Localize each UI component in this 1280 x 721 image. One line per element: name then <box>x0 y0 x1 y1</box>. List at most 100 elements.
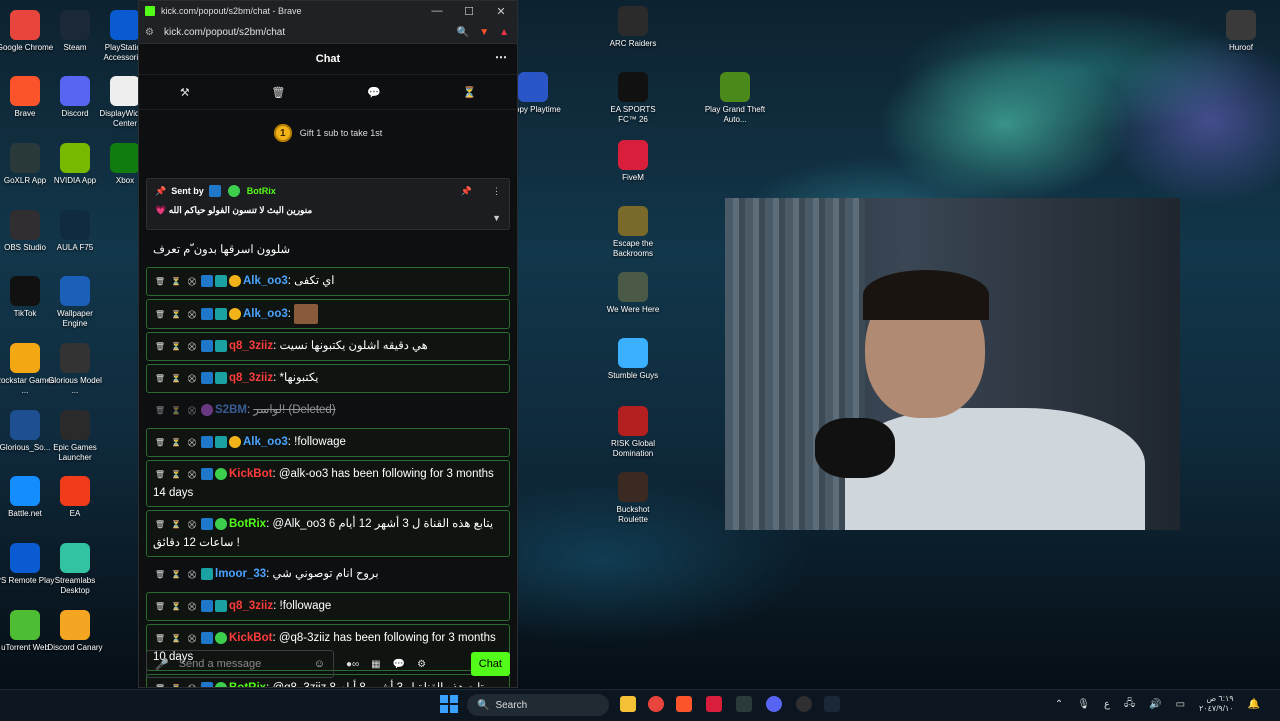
chat-bubble-icon[interactable]: 💬 <box>393 659 405 670</box>
timeout-icon[interactable]: ⏳ <box>169 466 183 484</box>
delete-icon[interactable]: 🗑 <box>153 566 167 584</box>
desktop-icon[interactable]: FiveM <box>602 140 664 183</box>
fivem-icon[interactable] <box>706 696 722 712</box>
steam-icon[interactable] <box>824 696 840 712</box>
close-button[interactable]: ✕ <box>485 5 517 18</box>
desktop-icon[interactable]: ARC Raiders <box>602 6 664 49</box>
discord-icon[interactable] <box>766 696 782 712</box>
ban-icon[interactable]: ⛒ <box>185 370 199 388</box>
maximize-button[interactable]: ☐ <box>453 5 485 18</box>
title-bar[interactable]: kick.com/popout/s2bm/chat - Brave — ☐ ✕ <box>139 1 517 21</box>
delete-icon[interactable]: 🗑 <box>153 273 167 291</box>
chat-message[interactable]: 🗑 ⏳ ⛒ Alk_oo3: !followage <box>146 428 510 458</box>
timeout-icon[interactable]: ⏳ <box>169 402 183 420</box>
delete-icon[interactable]: 🗑 <box>153 402 167 420</box>
chat-username[interactable]: Alk_oo3 <box>243 436 288 448</box>
store-icon[interactable]: ▦ <box>371 659 380 670</box>
delete-icon[interactable]: 🗑 <box>153 338 167 356</box>
network-icon[interactable]: 🖧 <box>1124 696 1135 713</box>
chat-username[interactable]: Alk_oo3 <box>243 275 288 287</box>
pinned-more-icon[interactable]: ⋮ <box>492 186 501 197</box>
minimize-button[interactable]: — <box>421 5 453 18</box>
chat-message[interactable]: 🗑 ⏳ ⛒ q8_3ziiz: هي دقيقه اشلون يكتبونها نسي… <box>146 332 510 362</box>
desktop-icon[interactable]: Buckshot Roulette <box>602 472 664 525</box>
chat-username[interactable]: BotRix <box>229 518 266 530</box>
volume-icon[interactable]: 🔊 <box>1149 699 1161 710</box>
chat-message[interactable]: 🗑 ⏳ ⛒ q8_3ziiz: *يكتبونها <box>146 364 510 394</box>
brave-rewards-icon[interactable]: ▲ <box>499 27 509 38</box>
ban-icon[interactable]: ⛒ <box>185 306 199 324</box>
delete-icon[interactable]: 🗑 <box>153 306 167 324</box>
chat-username[interactable]: lmoor_33 <box>215 568 266 580</box>
goxlr-icon[interactable] <box>736 696 752 712</box>
timeout-icon[interactable]: ⏳ <box>462 86 476 99</box>
desktop-icon[interactable]: RISK Global Domination <box>602 406 664 459</box>
desktop-icon[interactable]: Glorious Model ... <box>44 343 106 396</box>
chat-mode-icon[interactable]: 💬 <box>367 86 381 99</box>
taskbar-search[interactable]: 🔍 Search <box>467 694 609 716</box>
ban-icon[interactable]: ⛒ <box>185 598 199 616</box>
send-chat-button[interactable]: Chat <box>470 652 510 676</box>
ban-hammer-icon[interactable]: ⚒ <box>180 86 190 99</box>
windows-start-icon[interactable] <box>440 695 458 713</box>
timeout-icon[interactable]: ⏳ <box>169 306 183 324</box>
ban-icon[interactable]: ⛒ <box>185 566 199 584</box>
chat-message[interactable]: 🗑 ⏳ ⛒ KickBot: @alk-oo3 has been following … <box>146 460 510 508</box>
delete-icon[interactable]: 🗑 <box>271 86 285 99</box>
desktop-icon[interactable]: EA <box>44 476 106 519</box>
message-input[interactable]: 🎤 Send a message ☺ <box>146 650 334 678</box>
mic-tray-icon[interactable]: 🎙 <box>1077 699 1090 710</box>
timeout-icon[interactable]: ⏳ <box>169 338 183 356</box>
desktop-icon[interactable]: Stumble Guys <box>602 338 664 381</box>
timeout-icon[interactable]: ⏳ <box>169 370 183 388</box>
settings-icon[interactable]: ⚙ <box>417 659 426 670</box>
chat-username[interactable]: q8_3ziiz <box>229 372 273 384</box>
delete-icon[interactable]: 🗑 <box>153 680 167 687</box>
timeout-icon[interactable]: ⏳ <box>169 566 183 584</box>
chat-message[interactable]: 🗑 ⏳ ⛒ Alk_oo3: اي تكفى <box>146 267 510 296</box>
desktop-icon[interactable]: EA SPORTS FC™ 26 <box>602 72 664 125</box>
delete-icon[interactable]: 🗑 <box>153 434 167 452</box>
obs-icon[interactable] <box>796 696 812 712</box>
pinned-sender[interactable]: BotRix <box>247 186 276 196</box>
chat-message[interactable]: 🗑 ⏳ ⛒ Alk_oo3: <box>146 299 510 330</box>
url-text[interactable]: kick.com/popout/s2bm/chat <box>164 27 285 38</box>
ban-icon[interactable]: ⛒ <box>185 273 199 291</box>
ban-icon[interactable]: ⛒ <box>185 338 199 356</box>
timeout-icon[interactable]: ⏳ <box>169 273 183 291</box>
chat-message[interactable]: 🗑 ⏳ ⛒ BotRix: @Alk_oo3 يتابع هذه القناة ل 3… <box>146 510 510 558</box>
timeout-icon[interactable]: ⏳ <box>169 680 183 687</box>
notifications-icon[interactable]: 🔔 <box>1248 699 1260 710</box>
address-bar[interactable]: ⚙ kick.com/popout/s2bm/chat 🔍 ▼ ▲ <box>139 21 517 44</box>
timeout-icon[interactable]: ⏳ <box>169 598 183 616</box>
desktop-icon[interactable]: Wallpaper Engine <box>44 276 106 329</box>
ban-icon[interactable]: ⛒ <box>185 516 199 534</box>
clock[interactable]: ٦:١٩ ص ٢٠٤٧/٩/١٠ <box>1199 694 1234 714</box>
chat-username[interactable]: KickBot <box>229 468 272 480</box>
kicks-icon[interactable]: ●∞ <box>346 659 359 670</box>
zoom-icon[interactable]: 🔍 <box>457 27 469 38</box>
desktop-icon[interactable]: Escape the Backrooms <box>602 206 664 259</box>
more-options-icon[interactable]: ⋯ <box>495 50 507 64</box>
chevron-up-icon[interactable]: ⌃ <box>1055 699 1063 710</box>
desktop-icon[interactable]: AULA F75 <box>44 210 106 253</box>
desktop-icon[interactable]: Play Grand Theft Auto... <box>704 72 766 125</box>
chat-username[interactable]: BotRix <box>229 682 266 687</box>
timeout-icon[interactable]: ⏳ <box>169 434 183 452</box>
microphone-icon[interactable]: 🎤 <box>155 658 169 671</box>
chat-message[interactable]: 🗑 ⏳ ⛒ lmoor_33: بروح انام توصوني شي <box>146 560 510 589</box>
battery-icon[interactable]: ▭ <box>1176 699 1185 710</box>
chat-message[interactable]: 🗑 ⏳ ⛒ q8_3ziiz: !followage <box>146 592 510 622</box>
pinned-message[interactable]: 📌 Sent by BotRix 📌 ⋮ 💗 منورين البث لا تن… <box>146 178 510 230</box>
chat-message[interactable]: 🗑 ⏳ ⛒ S2BM: لواسر! (Deleted) <box>146 396 510 425</box>
ban-icon[interactable]: ⛒ <box>185 680 199 687</box>
chat-username[interactable]: q8_3ziiz <box>229 340 273 352</box>
chat-username[interactable]: KickBot <box>229 632 272 644</box>
ban-icon[interactable]: ⛒ <box>185 466 199 484</box>
desktop-icon[interactable]: Huroof <box>1210 10 1272 53</box>
delete-icon[interactable]: 🗑 <box>153 466 167 484</box>
delete-icon[interactable]: 🗑 <box>153 630 167 648</box>
unpin-icon[interactable]: 📌 <box>461 186 472 197</box>
desktop-icon[interactable]: Streamlabs Desktop <box>44 543 106 596</box>
desktop-icon[interactable]: Discord Canary <box>44 610 106 653</box>
